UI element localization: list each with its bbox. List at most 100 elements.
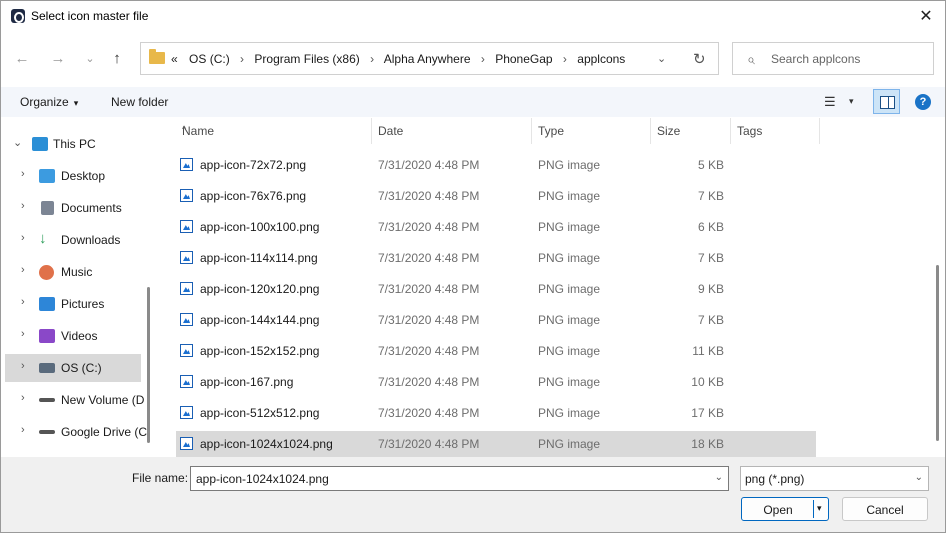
- file-type: PNG image: [538, 344, 601, 358]
- file-row[interactable]: app-icon-120x120.png 7/31/2020 4:48 PM P…: [176, 276, 816, 302]
- chevron-right-icon[interactable]: ›: [21, 232, 25, 244]
- file-name: app-icon-100x100.png: [200, 220, 320, 234]
- file-name-value: app-icon-1024x1024.png: [196, 472, 329, 486]
- help-icon[interactable]: ?: [915, 94, 931, 110]
- file-type: PNG image: [538, 220, 601, 234]
- breadcrumb-overflow[interactable]: «: [171, 52, 178, 66]
- breadcrumb-separator[interactable]: ›: [240, 52, 244, 66]
- png-file-icon: [180, 251, 193, 264]
- file-list-scrollbar[interactable]: [936, 265, 939, 441]
- column-header-name[interactable]: Name ^: [176, 118, 372, 144]
- command-bar: Organize ▾ New folder ☰ ▾ ?: [1, 87, 945, 117]
- breadcrumb-os-c[interactable]: OS (C:): [189, 52, 230, 66]
- sidebar-item-pictures[interactable]: › Pictures: [5, 290, 141, 318]
- videos-icon: [39, 329, 55, 343]
- address-dropdown-icon[interactable]: ⌄: [657, 52, 666, 65]
- file-type: PNG image: [538, 406, 601, 420]
- chevron-right-icon[interactable]: ›: [21, 360, 25, 372]
- chevron-down-icon[interactable]: ⌄: [715, 472, 723, 483]
- file-row-selected[interactable]: app-icon-1024x1024.png 7/31/2020 4:48 PM…: [176, 431, 816, 457]
- up-arrow-icon[interactable]: ↑: [106, 49, 128, 69]
- preview-pane-icon[interactable]: [873, 89, 900, 114]
- sidebar-item-label: This PC: [53, 137, 96, 151]
- png-file-icon: [180, 220, 193, 233]
- file-type-filter-select[interactable]: png (*.png) ⌄: [740, 466, 929, 491]
- file-row[interactable]: app-icon-152x152.png 7/31/2020 4:48 PM P…: [176, 338, 816, 364]
- breadcrumb-program-files[interactable]: Program Files (x86): [254, 52, 359, 66]
- file-name: app-icon-167.png: [200, 375, 294, 389]
- sidebar-item-google-drive[interactable]: › Google Drive (C: [5, 418, 147, 446]
- sidebar-item-videos[interactable]: › Videos: [5, 322, 141, 350]
- close-button[interactable]: ✕: [913, 5, 939, 29]
- sidebar-item-label: Music: [61, 265, 93, 279]
- open-button[interactable]: Open ▾: [741, 497, 829, 521]
- address-bar[interactable]: « OS (C:) › Program Files (x86) › Alpha …: [140, 42, 719, 75]
- png-file-icon: [180, 437, 193, 450]
- chevron-right-icon[interactable]: ›: [21, 328, 25, 340]
- file-size: 17 KB: [691, 406, 724, 420]
- breadcrumb-separator[interactable]: ›: [481, 52, 485, 66]
- sidebar-item-label: Google Drive (C: [61, 425, 148, 439]
- chevron-right-icon[interactable]: ›: [21, 200, 25, 212]
- organize-label: Organize: [20, 95, 69, 109]
- breadcrumb-phonegap[interactable]: PhoneGap: [495, 52, 552, 66]
- organize-button[interactable]: Organize ▾: [20, 95, 78, 109]
- file-size: 18 KB: [691, 437, 724, 451]
- file-row[interactable]: app-icon-100x100.png 7/31/2020 4:48 PM P…: [176, 214, 816, 240]
- chevron-right-icon[interactable]: ›: [21, 424, 25, 436]
- sidebar-item-label: Documents: [61, 201, 122, 215]
- sidebar-item-documents[interactable]: › Documents: [5, 194, 141, 222]
- search-box[interactable]: ⌕: [732, 42, 934, 75]
- column-header-label: Type: [538, 124, 565, 138]
- sidebar-item-desktop[interactable]: › Desktop: [5, 162, 141, 190]
- file-date: 7/31/2020 4:48 PM: [378, 406, 480, 420]
- recent-locations-chevron-icon[interactable]: ⌄: [79, 49, 101, 69]
- sidebar-scrollbar[interactable]: [147, 287, 150, 443]
- view-options-chevron-icon[interactable]: ▾: [849, 96, 854, 107]
- file-row[interactable]: app-icon-76x76.png 7/31/2020 4:48 PM PNG…: [176, 183, 816, 209]
- sidebar-item-label: New Volume (D: [61, 393, 145, 407]
- chevron-down-icon[interactable]: ⌄: [13, 136, 22, 149]
- documents-icon: [41, 201, 54, 215]
- chevron-down-icon[interactable]: ⌄: [915, 472, 923, 483]
- chevron-right-icon[interactable]: ›: [21, 168, 25, 180]
- file-name-input[interactable]: app-icon-1024x1024.png ⌄: [190, 466, 729, 491]
- png-file-icon: [180, 406, 193, 419]
- back-arrow-icon[interactable]: ←: [11, 49, 33, 69]
- file-row[interactable]: app-icon-512x512.png 7/31/2020 4:48 PM P…: [176, 400, 816, 426]
- split-divider: [813, 500, 814, 518]
- cancel-button[interactable]: Cancel: [842, 497, 928, 521]
- sidebar-item-music[interactable]: › Music: [5, 258, 141, 286]
- file-list: Name ^ Date Type Size Tags app-icon-72x7…: [159, 118, 934, 457]
- file-row[interactable]: app-icon-167.png 7/31/2020 4:48 PM PNG i…: [176, 369, 816, 395]
- column-header-date[interactable]: Date: [372, 118, 532, 144]
- open-options-chevron-icon[interactable]: ▾: [817, 503, 822, 514]
- png-file-icon: [180, 375, 193, 388]
- file-size: 6 KB: [697, 220, 724, 234]
- sidebar-item-this-pc[interactable]: ⌄ This PC: [1, 130, 141, 158]
- sidebar-item-os-c[interactable]: › OS (C:): [5, 354, 141, 382]
- breadcrumb-alpha-anywhere[interactable]: Alpha Anywhere: [384, 52, 471, 66]
- png-file-icon: [180, 282, 193, 295]
- chevron-right-icon[interactable]: ›: [21, 264, 25, 276]
- view-details-icon[interactable]: ☰: [824, 94, 836, 110]
- breadcrumb-separator[interactable]: ›: [370, 52, 374, 66]
- breadcrumb-separator[interactable]: ›: [563, 52, 567, 66]
- new-folder-button[interactable]: New folder: [111, 95, 168, 109]
- breadcrumb-applcons[interactable]: applcons: [577, 52, 625, 66]
- file-size: 11 KB: [692, 344, 724, 358]
- chevron-right-icon[interactable]: ›: [21, 392, 25, 404]
- refresh-icon[interactable]: ↻: [693, 50, 706, 68]
- chevron-right-icon[interactable]: ›: [21, 296, 25, 308]
- column-header-type[interactable]: Type: [532, 118, 651, 144]
- search-input[interactable]: [771, 50, 926, 68]
- column-header-size[interactable]: Size: [651, 118, 731, 144]
- file-row[interactable]: app-icon-114x114.png 7/31/2020 4:48 PM P…: [176, 245, 816, 271]
- sidebar-item-downloads[interactable]: › ↓ Downloads: [5, 226, 141, 254]
- file-row[interactable]: app-icon-144x144.png 7/31/2020 4:48 PM P…: [176, 307, 816, 333]
- sidebar-item-new-volume[interactable]: › New Volume (D: [5, 386, 145, 414]
- column-header-tags[interactable]: Tags: [731, 118, 820, 144]
- dialog-title: Select icon master file: [31, 9, 149, 23]
- file-row[interactable]: app-icon-72x72.png 7/31/2020 4:48 PM PNG…: [176, 152, 816, 178]
- forward-arrow-icon[interactable]: →: [47, 49, 69, 69]
